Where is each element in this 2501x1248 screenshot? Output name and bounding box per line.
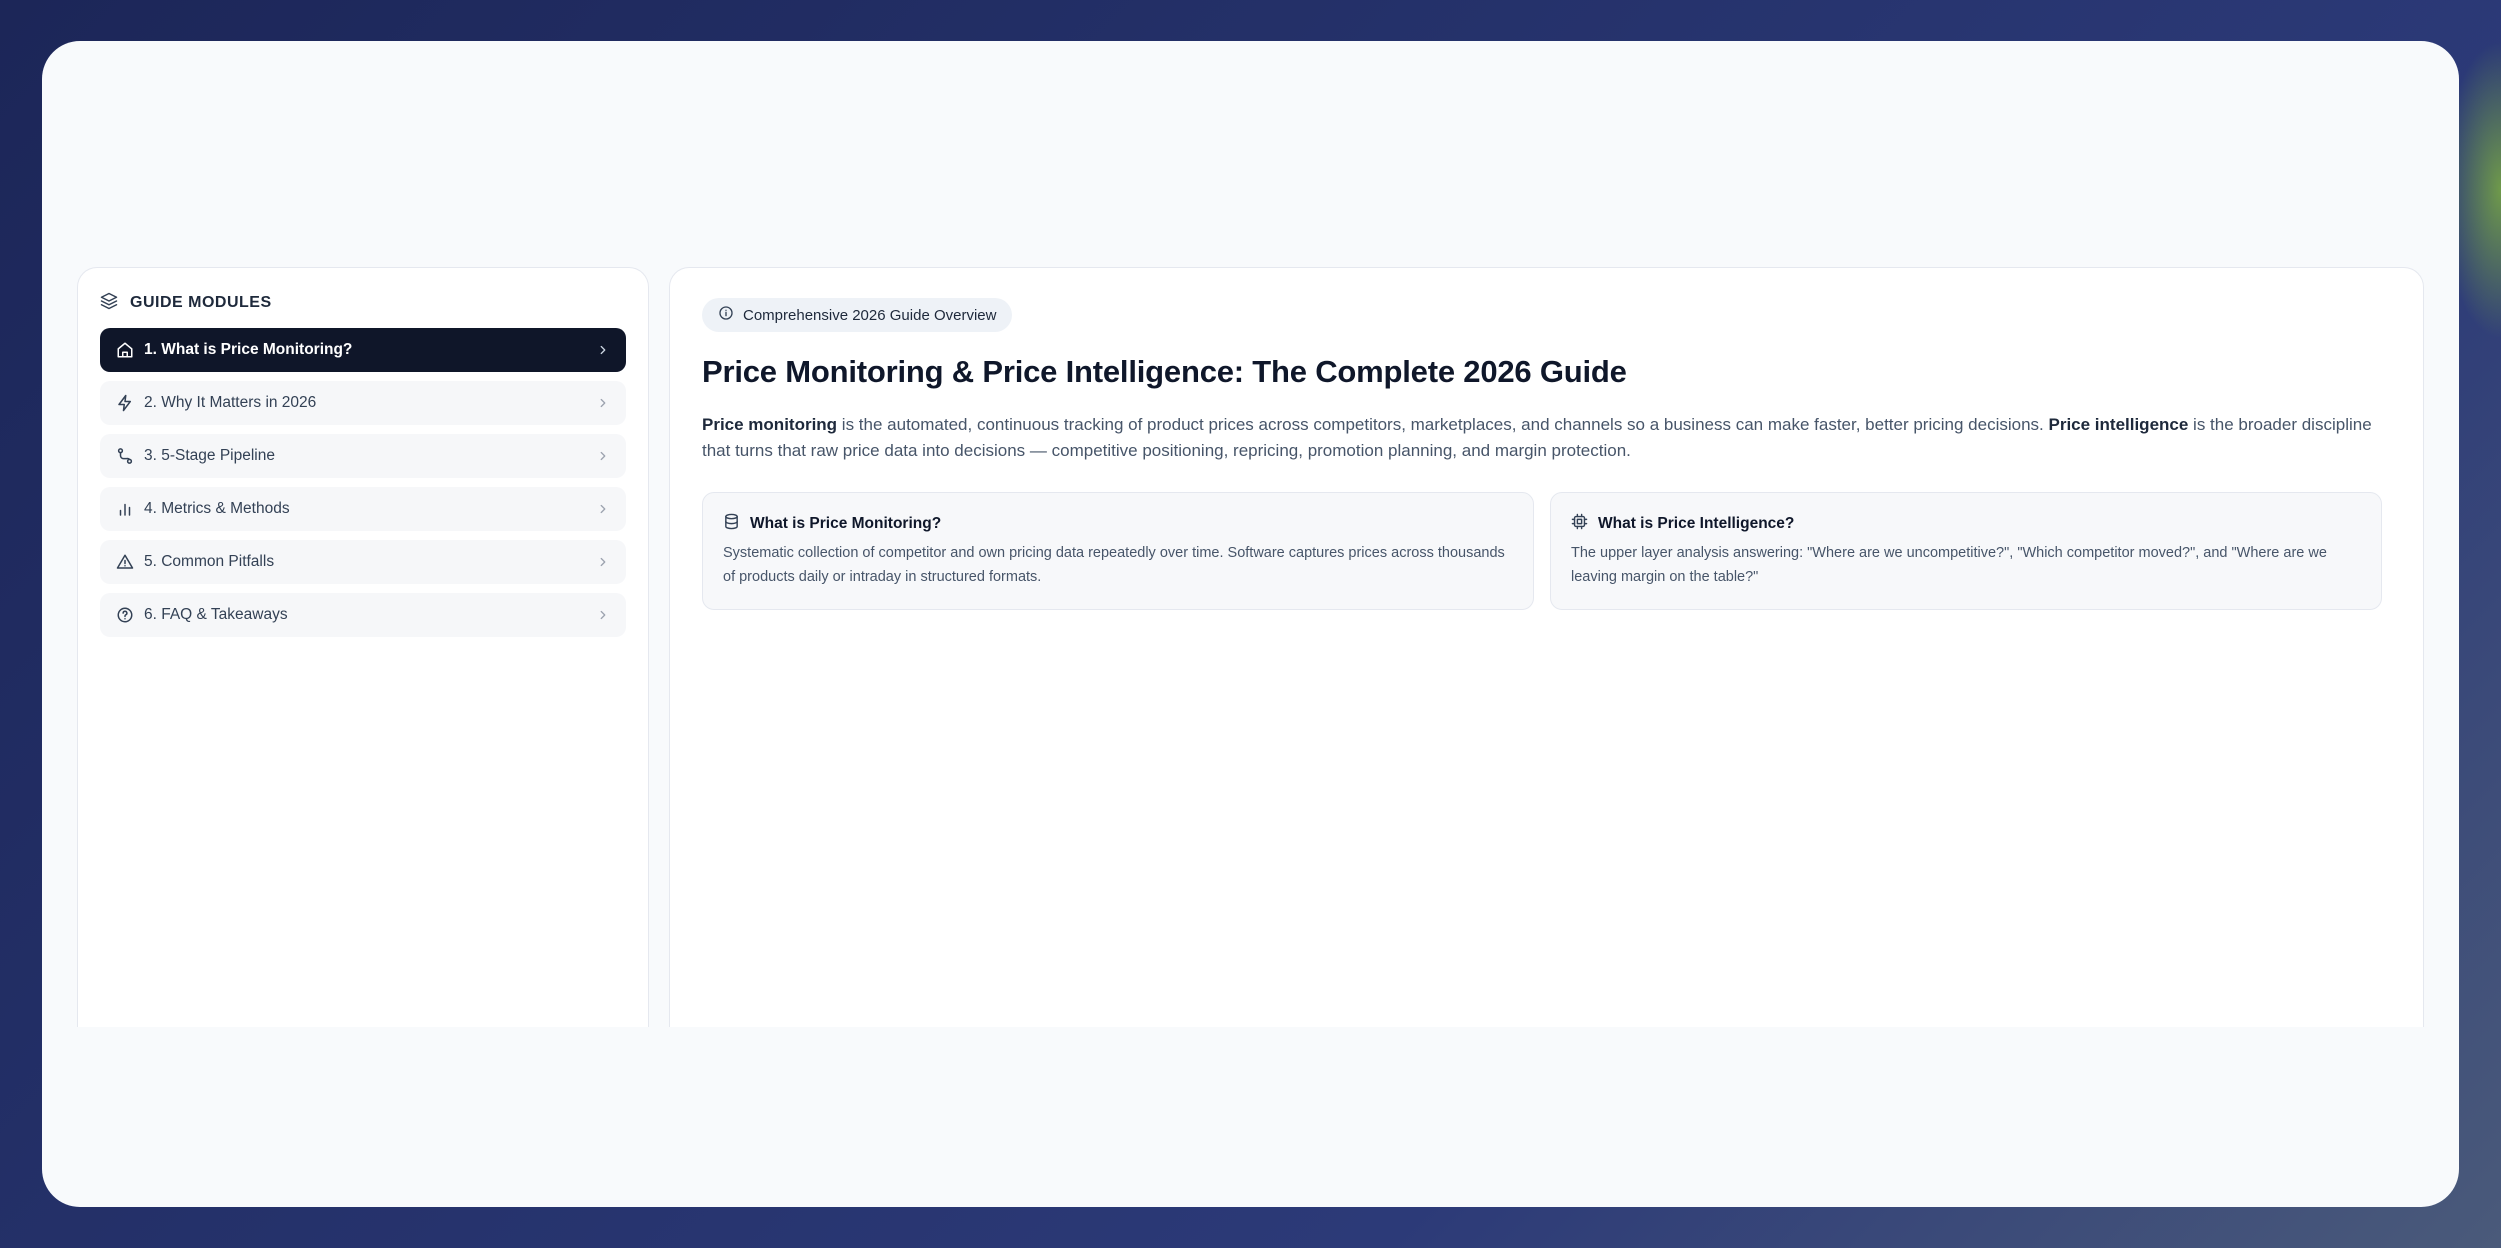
main-content: Comprehensive 2026 Guide Overview Price … (669, 267, 2424, 1027)
card-title: What is Price Monitoring? (750, 515, 942, 532)
card-header: What is Price Monitoring? (723, 513, 1513, 535)
page-title: Price Monitoring & Price Intelligence: T… (702, 354, 1627, 389)
nav-item-pitfalls[interactable]: 5. Common Pitfalls (100, 540, 626, 584)
nav-item-why-it-matters[interactable]: 2. Why It Matters in 2026 (100, 381, 626, 425)
nav-item-label: 4. Metrics & Methods (144, 500, 290, 517)
definition-cards: What is Price Monitoring? Systematic col… (702, 492, 2382, 610)
nav-item-label: 5. Common Pitfalls (144, 553, 275, 570)
warning-icon (116, 553, 134, 571)
intro-text-1: is the automated, continuous tracking of… (837, 415, 2049, 434)
chevron-right-icon (596, 608, 610, 622)
chip-icon (1571, 513, 1588, 535)
chevron-right-icon (596, 555, 610, 569)
nav-item-what-is-price-monitoring[interactable]: 1. What is Price Monitoring? (100, 328, 626, 372)
info-icon (718, 305, 734, 325)
nav-item-pipeline[interactable]: 3. 5-Stage Pipeline (100, 434, 626, 478)
card-header: What is Price Intelligence? (1571, 513, 2361, 535)
help-circle-icon (116, 606, 134, 624)
badge-label: Comprehensive 2026 Guide Overview (743, 306, 997, 324)
home-icon (116, 341, 134, 359)
bar-chart-icon (116, 500, 134, 518)
app-window: GUIDE MODULES 1. What is Price Monitorin… (42, 41, 2459, 1207)
card-price-monitoring: What is Price Monitoring? Systematic col… (702, 492, 1534, 610)
nav-item-label: 6. FAQ & Takeaways (144, 606, 288, 623)
nav-item-metrics[interactable]: 4. Metrics & Methods (100, 487, 626, 531)
term-price-intelligence: Price intelligence (2048, 415, 2189, 434)
lightning-icon (116, 394, 134, 412)
overview-badge: Comprehensive 2026 Guide Overview (702, 298, 1013, 332)
card-body: Systematic collection of competitor and … (723, 545, 1505, 585)
module-nav: 1. What is Price Monitoring? 2. Why It M… (100, 328, 626, 637)
database-icon (723, 513, 740, 535)
chevron-right-icon (596, 343, 610, 357)
chevron-right-icon (596, 502, 610, 516)
layers-icon (100, 292, 118, 315)
sidebar-header: GUIDE MODULES (100, 288, 626, 318)
term-price-monitoring: Price monitoring (702, 415, 838, 434)
card-price-intelligence: What is Price Intelligence? The upper la… (1550, 492, 2382, 610)
nav-item-label: 2. Why It Matters in 2026 (144, 394, 317, 411)
nav-item-label: 1. What is Price Monitoring? (144, 341, 353, 358)
chevron-right-icon (596, 449, 610, 463)
sidebar-title: GUIDE MODULES (130, 294, 272, 311)
route-icon (116, 447, 134, 465)
card-title: What is Price Intelligence? (1598, 515, 1795, 532)
sidebar: GUIDE MODULES 1. What is Price Monitorin… (77, 267, 649, 1027)
chevron-right-icon (596, 396, 610, 410)
card-body: The upper layer analysis answering: "Whe… (1571, 545, 2327, 585)
intro-paragraph: Price monitoring is the automated, conti… (702, 412, 2402, 464)
nav-item-label: 3. 5-Stage Pipeline (144, 447, 275, 464)
nav-item-faq[interactable]: 6. FAQ & Takeaways (100, 593, 626, 637)
